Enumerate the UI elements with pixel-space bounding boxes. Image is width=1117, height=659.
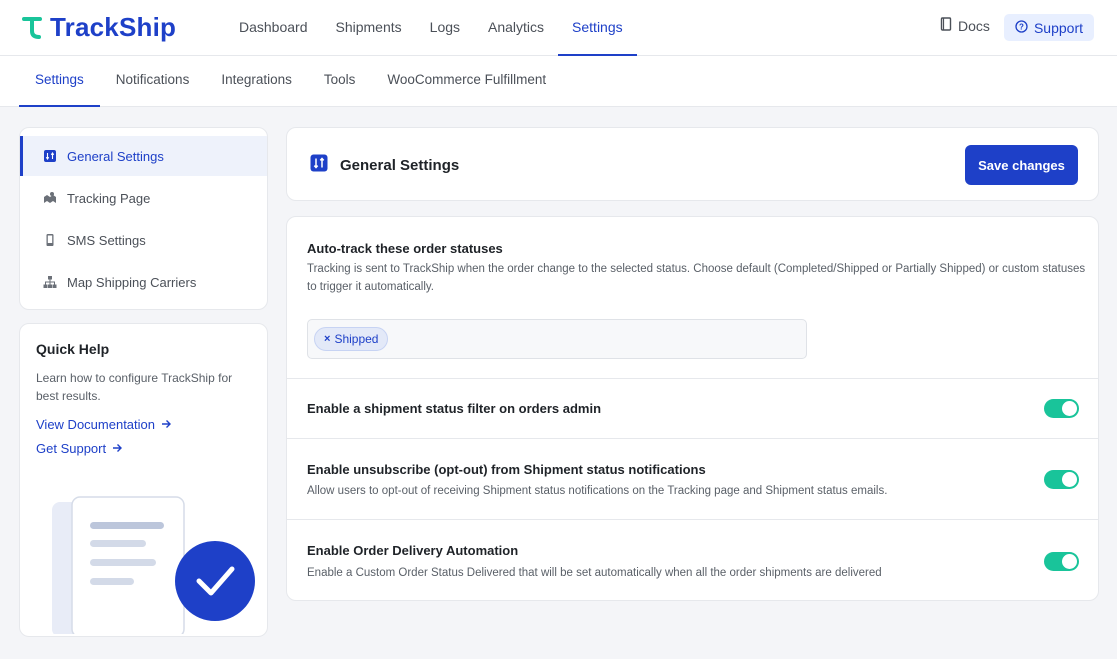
setting-title: Enable unsubscribe (opt-out) from Shipme… [307, 462, 706, 477]
support-label: Support [1033, 19, 1084, 36]
tab-woocommerce-fulfillment[interactable]: WooCommerce Fulfillment [371, 56, 562, 107]
sidebar-item-label: Map Shipping Carriers [67, 274, 197, 290]
nav-dashboard[interactable]: Dashboard [225, 0, 322, 56]
setting-description: Enable a Custom Order Status Delivered t… [307, 567, 882, 579]
svg-text:?: ? [1019, 22, 1024, 31]
get-support-link[interactable]: Get Support [36, 441, 251, 456]
quick-help-title: Quick Help [36, 341, 110, 357]
sidebar-item-label: Tracking Page [67, 190, 151, 206]
setting-row-status-filter: Enable a shipment status filter on order… [287, 379, 1098, 439]
setting-title: Enable Order Delivery Automation [307, 543, 519, 558]
nav-logs[interactable]: Logs [416, 0, 474, 56]
trackship-logo-icon [22, 16, 44, 40]
sidebar-item-map-shipping-carriers[interactable]: Map Shipping Carriers [20, 262, 267, 302]
document-check-illustration [50, 494, 260, 636]
toggle-knob [1062, 472, 1077, 487]
toggle-knob [1062, 401, 1077, 416]
logo[interactable]: TrackShip [22, 12, 176, 43]
arrow-right-icon [112, 441, 123, 456]
settings-panel: Auto-track these order statuses Tracking… [286, 216, 1099, 601]
tab-tools[interactable]: Tools [308, 56, 372, 107]
unsubscribe-toggle[interactable] [1044, 470, 1079, 489]
sliders-icon [43, 149, 57, 163]
setting-description: Tracking is sent to TrackShip when the o… [307, 263, 1086, 293]
map-icon [43, 191, 57, 205]
support-button[interactable]: ? Support [1004, 14, 1094, 41]
chip-label: Shipped [334, 332, 379, 346]
setting-description: Allow users to opt-out of receiving Ship… [307, 485, 888, 497]
page-title: General Settings [340, 156, 460, 174]
delivery-automation-toggle[interactable] [1044, 552, 1079, 571]
toggle-knob [1062, 554, 1077, 569]
sitemap-icon [43, 275, 57, 289]
docs-label: Docs [958, 17, 990, 34]
tab-notifications[interactable]: Notifications [100, 56, 206, 107]
logo-text: TrackShip [50, 12, 177, 42]
tab-integrations[interactable]: Integrations [205, 56, 308, 107]
sidebar-item-tracking-page[interactable]: Tracking Page [20, 178, 267, 218]
phone-icon [43, 233, 57, 247]
quick-help-card: Quick Help Learn how to configure TrackS… [19, 323, 268, 637]
setting-row-delivery-automation: Enable Order Delivery Automation Enable … [287, 520, 1098, 600]
sidebar-item-label: General Settings [67, 148, 164, 164]
setting-title: Enable a shipment status filter on order… [307, 401, 602, 416]
docs-link[interactable]: Docs [940, 17, 990, 34]
setting-title: Auto-track these order statuses [307, 241, 503, 256]
view-documentation-link[interactable]: View Documentation [36, 417, 251, 432]
get-support-label: Get Support [36, 441, 107, 456]
book-icon [940, 17, 952, 34]
chip-remove-icon[interactable]: × [324, 333, 330, 345]
general-settings-header: General Settings Save changes [286, 127, 1099, 201]
sidebar-item-sms-settings[interactable]: SMS Settings [20, 220, 267, 260]
top-bar: TrackShip Dashboard Shipments Logs Analy… [0, 0, 1117, 56]
help-circle-icon: ? [1015, 19, 1028, 36]
sidebar-item-label: SMS Settings [67, 232, 146, 248]
status-chip-shipped[interactable]: × Shipped [314, 327, 389, 351]
sidebar-item-general-settings[interactable]: General Settings [20, 136, 267, 176]
setting-row-unsubscribe: Enable unsubscribe (opt-out) from Shipme… [287, 439, 1098, 520]
nav-shipments[interactable]: Shipments [322, 0, 416, 56]
main-nav: Dashboard Shipments Logs Analytics Setti… [225, 0, 637, 56]
quick-help-text: Learn how to configure TrackShip for bes… [36, 371, 233, 403]
sliders-icon [310, 154, 328, 176]
nav-analytics[interactable]: Analytics [474, 0, 558, 56]
settings-sidebar: General Settings Tracking Page SMS Setti… [19, 127, 268, 310]
settings-subnav: Settings Notifications Integrations Tool… [0, 56, 1117, 107]
status-filter-toggle[interactable] [1044, 399, 1079, 418]
nav-settings[interactable]: Settings [558, 0, 637, 56]
tab-settings[interactable]: Settings [19, 56, 100, 107]
save-changes-button[interactable]: Save changes [965, 145, 1078, 185]
setting-row-auto-track: Auto-track these order statuses Tracking… [287, 217, 1098, 379]
arrow-right-icon [161, 417, 171, 432]
order-status-select[interactable]: × Shipped [307, 319, 807, 359]
view-documentation-label: View Documentation [36, 417, 155, 432]
